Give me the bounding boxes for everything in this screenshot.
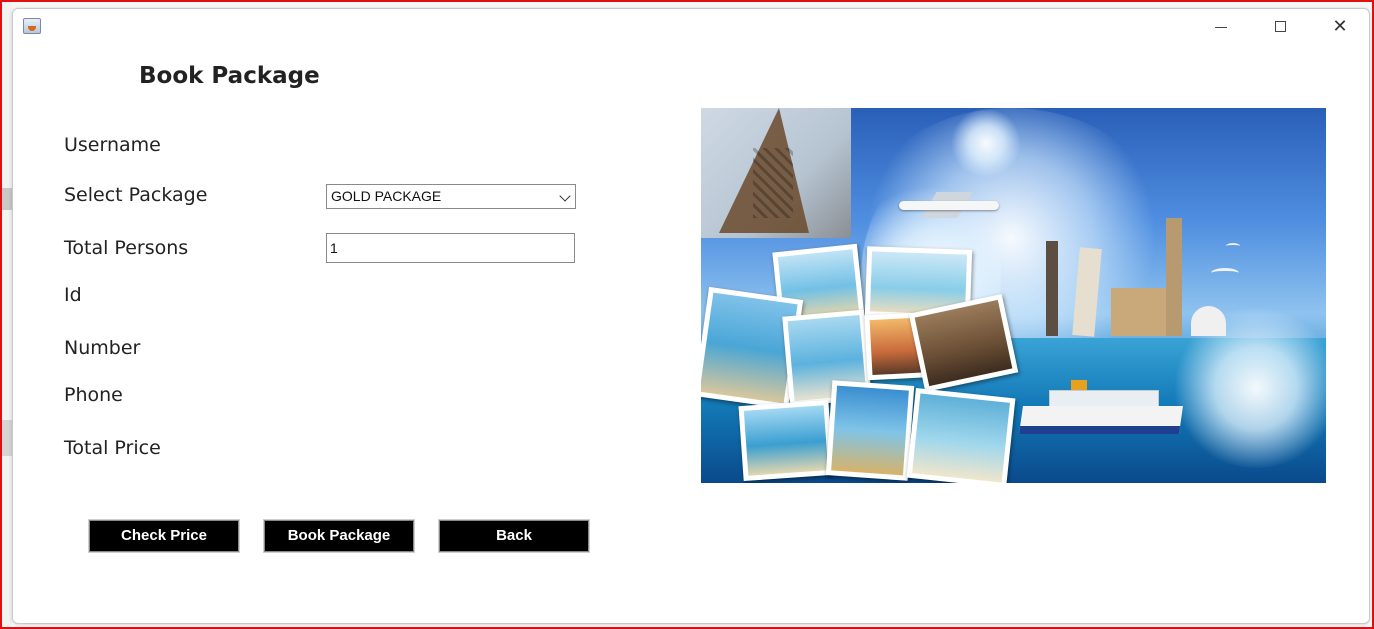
total-persons-input[interactable] — [326, 233, 575, 263]
island-photo — [738, 399, 834, 482]
small-seagull-graphic — [1226, 243, 1240, 249]
chevron-down-icon[interactable] — [559, 190, 571, 202]
couple-beach-photo — [906, 388, 1016, 483]
title-bar: ✕ — [13, 9, 1369, 43]
close-button[interactable]: ✕ — [1320, 15, 1360, 39]
package-select-value: GOLD PACKAGE — [331, 188, 442, 204]
maximize-icon — [1275, 21, 1286, 32]
seagull-graphic — [1211, 268, 1239, 278]
hut-photo — [825, 380, 915, 481]
total-persons-label: Total Persons — [64, 237, 189, 259]
java-app-icon — [23, 18, 41, 34]
travel-collage-image — [701, 108, 1326, 483]
background-window-sliver — [2, 2, 12, 627]
number-label: Number — [64, 337, 141, 359]
minimize-icon — [1215, 27, 1227, 28]
username-label: Username — [64, 134, 161, 156]
check-price-button[interactable]: Check Price — [89, 520, 239, 552]
phone-label: Phone — [64, 384, 123, 406]
maximize-button[interactable] — [1261, 15, 1301, 39]
eiffel-tower-photo — [701, 108, 851, 238]
close-icon: ✕ — [1332, 16, 1348, 37]
page-title: Book Package — [139, 63, 320, 89]
total-price-label: Total Price — [64, 437, 161, 459]
landmarks-skyline — [1016, 218, 1226, 337]
cruise-ship-graphic — [1019, 380, 1183, 440]
back-button[interactable]: Back — [439, 520, 589, 552]
book-package-window: ✕ Book Package Username Select Package T… — [12, 8, 1370, 624]
package-select[interactable]: GOLD PACKAGE — [326, 184, 576, 209]
id-label: Id — [64, 284, 82, 306]
select-package-label: Select Package — [64, 184, 208, 206]
airplane-graphic — [889, 188, 1009, 222]
book-package-button[interactable]: Book Package — [264, 520, 414, 552]
minimize-button[interactable] — [1201, 15, 1241, 39]
